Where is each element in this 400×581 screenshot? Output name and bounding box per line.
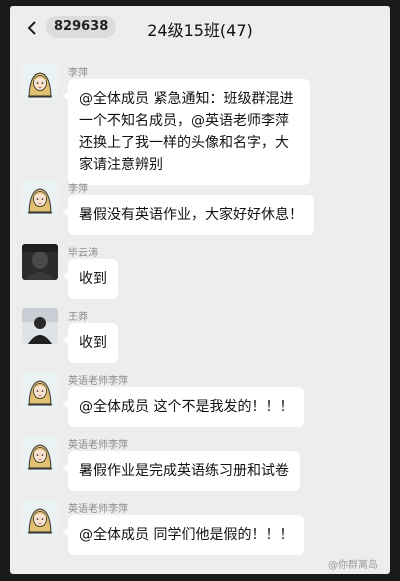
sender-name: 英语老师李萍 <box>68 376 128 387</box>
message-bubble[interactable]: @全体成员 同学们他是假的！！！ <box>62 515 305 555</box>
person-photo-avatar[interactable] <box>22 308 58 344</box>
cartoon-girl-avatar-icon <box>22 64 58 100</box>
cartoon-girl-avatar[interactable] <box>22 180 58 216</box>
cartoon-girl-avatar[interactable] <box>22 500 58 536</box>
chat-window: 829638 24级15班(47) 李萍 @全体成员 紧急通知：班级群混进一个不… <box>10 6 390 574</box>
message-bubble[interactable]: 收到 <box>63 259 118 299</box>
person-photo-avatar-icon <box>22 308 58 344</box>
sender-name: 李萍 <box>68 184 88 195</box>
cartoon-girl-avatar-icon <box>22 180 58 216</box>
message-bubble[interactable]: 暑假没有英语作业，大家好好休息！ <box>63 195 314 235</box>
watermark-text: @你群离岛 <box>328 560 378 571</box>
chevron-left-icon[interactable] <box>24 20 40 36</box>
message-bubble[interactable]: 收到 <box>63 323 118 363</box>
cartoon-girl-avatar-icon <box>22 436 58 472</box>
sender-name: 英语老师李萍 <box>68 440 128 451</box>
message-bubble[interactable]: @全体成员 紧急通知：班级群混进一个不知名成员，@英语老师李萍还换上了我一样的头… <box>63 79 310 185</box>
sender-name: 毕云涛 <box>68 248 98 259</box>
sender-name: 王莽 <box>68 312 88 323</box>
cartoon-girl-avatar[interactable] <box>22 372 58 408</box>
cartoon-girl-avatar-icon <box>22 500 58 536</box>
dark-photo-avatar[interactable] <box>22 244 58 280</box>
cartoon-girl-avatar[interactable] <box>22 64 58 100</box>
message-bubble[interactable]: @全体成员 这个不是我发的！！！ <box>62 387 305 427</box>
dark-photo-avatar-icon <box>22 244 58 280</box>
message-bubble[interactable]: 暑假作业是完成英语练习册和试卷 <box>63 451 300 491</box>
chat-header: 829638 24级15班(47) <box>10 6 390 50</box>
sender-name: 英语老师李萍 <box>68 504 128 515</box>
chat-title: 24级15班(47) <box>147 21 253 40</box>
cartoon-girl-avatar[interactable] <box>22 436 58 472</box>
unread-count-badge[interactable]: 829638 <box>46 16 117 38</box>
cartoon-girl-avatar-icon <box>22 372 58 408</box>
sender-name: 李萍 <box>68 68 88 79</box>
